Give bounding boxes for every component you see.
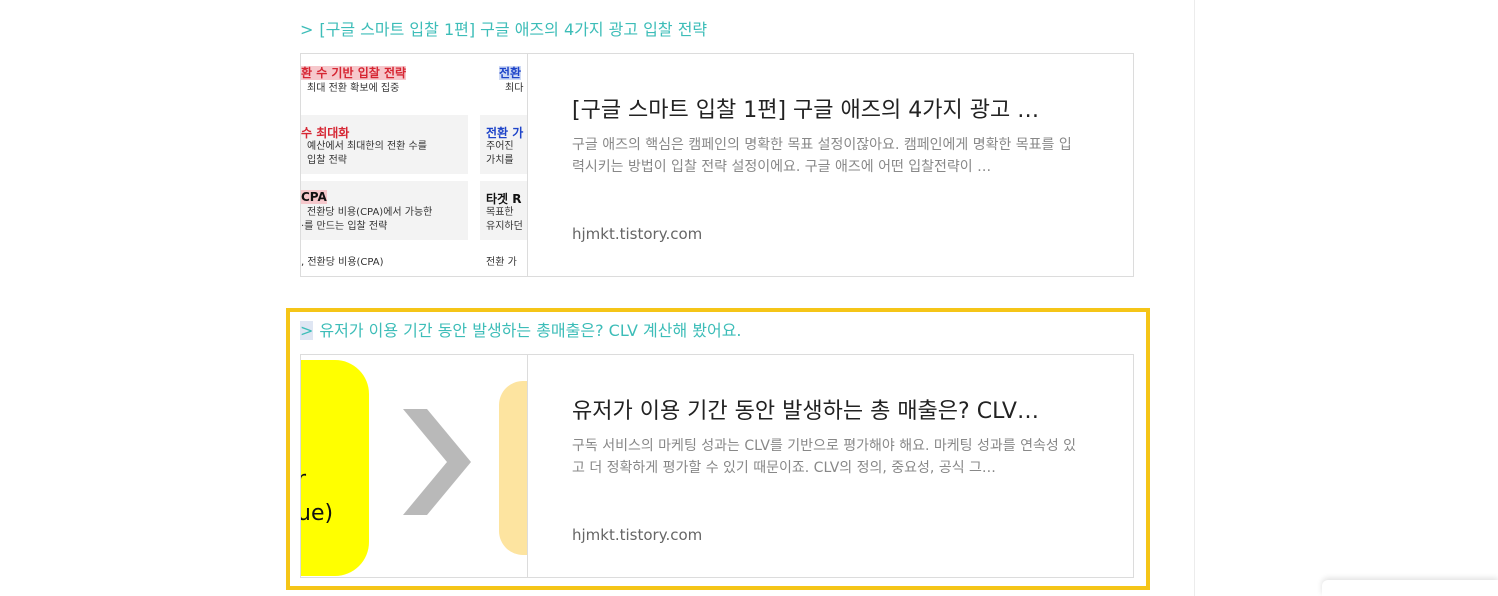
thumb2-text-line-2: ue)	[301, 501, 334, 526]
card-thumbnail-2: r ue)	[301, 355, 528, 577]
link-title-text-1[interactable]: [구글 스마트 입찰 1편] 구글 애즈의 4가지 광고 입찰 전략	[319, 20, 707, 39]
card-thumbnail-1: 환 수 기반 입찰 전략 최대 전환 확보에 집중 수 최대화 예산에서 최대한…	[301, 54, 528, 276]
link-preview-card-2[interactable]: r ue) 유저가 이용 기간 동안 발생하는 총 매출은? CLV… 구독 서…	[300, 354, 1134, 578]
link-title-2[interactable]: > 유저가 이용 기간 동안 발생하는 총매출은? CLV 계산해 봤어요.	[300, 317, 742, 341]
thumb1-right-heading-3: 타겟 R	[486, 192, 522, 206]
thumb1-left-line-2a: 예산에서 최대한의 전환 수를	[307, 141, 427, 152]
card-title-1[interactable]: [구글 스마트 입찰 1편] 구글 애즈의 4가지 광고 …	[572, 92, 1077, 124]
card-description-1: 구글 애즈의 핵심은 캠페인의 명확한 목표 설정이잖아요. 캠페인에게 명확한…	[572, 137, 1072, 175]
card-description-2: 구독 서비스의 마케팅 성과는 CLV를 기반으로 평가해야 해요. 마케팅 성…	[572, 438, 1077, 476]
thumb1-right-line-2a: 주어진	[486, 141, 514, 152]
link-preview-card-1[interactable]: 환 수 기반 입찰 전략 최대 전환 확보에 집중 수 최대화 예산에서 최대한…	[300, 53, 1134, 277]
link-title-1[interactable]: > [구글 스마트 입찰 1편] 구글 애즈의 4가지 광고 입찰 전략	[300, 16, 707, 40]
right-column-divider	[1194, 0, 1195, 596]
thumb1-left-line-1: 최대 전환 확보에 집중	[307, 83, 400, 94]
link-prefix-1: >	[300, 20, 314, 39]
thumb2-orange-shape	[499, 381, 527, 555]
link-title-text-2[interactable]: 유저가 이용 기간 동안 발생하는 총매출은? CLV 계산해 봤어요.	[319, 321, 741, 340]
chevron-right-icon	[403, 409, 471, 515]
thumb1-left-line-3b: ·를 만드는 입찰 전략	[301, 221, 388, 232]
thumb1-left-heading-2: 수 최대화	[301, 126, 350, 140]
thumb1-right-line-1: 최다	[505, 83, 524, 94]
thumb2-yellow-shape	[301, 360, 369, 576]
thumb1-right-line-2b: 가치를	[486, 155, 514, 166]
thumb1-right-line-3b: 유지하던	[486, 221, 523, 232]
floating-panel-edge	[1322, 580, 1498, 596]
card-domain-2: hjmkt.tistory.com	[572, 526, 703, 544]
thumb1-right-heading-2: 전환 가	[486, 126, 524, 140]
thumb1-right-footer: 전환 가	[486, 257, 517, 268]
thumb1-left-line-2b: 입찰 전략	[307, 155, 347, 166]
thumb1-left-line-3a: 전환당 비용(CPA)에서 가능한	[307, 207, 433, 218]
thumb1-left-heading-3: CPA	[301, 190, 327, 204]
thumb1-right-heading-1: 전환	[499, 66, 522, 80]
thumb1-right-line-3a: 목표한	[486, 207, 514, 218]
thumb2-text-line-1: r	[301, 467, 306, 492]
link-prefix-2: >	[300, 321, 314, 340]
card-domain-1: hjmkt.tistory.com	[572, 225, 703, 243]
card-title-2[interactable]: 유저가 이용 기간 동안 발생하는 총 매출은? CLV…	[572, 393, 1077, 425]
thumb1-left-heading-1: 환 수 기반 입찰 전략	[301, 66, 407, 80]
thumb1-left-footer: , 전환당 비용(CPA)	[301, 257, 384, 268]
